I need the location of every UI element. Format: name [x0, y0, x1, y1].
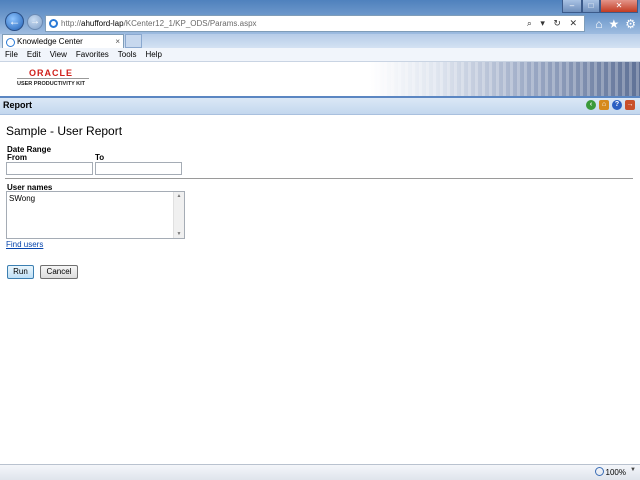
new-tab-button[interactable] [125, 34, 142, 48]
maximize-button[interactable]: □ [582, 0, 600, 13]
zoom-control[interactable]: 100% [594, 467, 626, 477]
tab-knowledge-center[interactable]: Knowledge Center × [2, 34, 124, 48]
zoom-dropdown-icon[interactable]: ▼ [630, 467, 636, 473]
oracle-logo: ORACLE [29, 68, 73, 78]
menu-file[interactable]: File [0, 48, 22, 61]
user-names-value: SWong [9, 194, 36, 203]
url-path: /KCenter12_1/KP_ODS/Params.aspx [123, 19, 257, 28]
ie-tab-icon [6, 38, 15, 47]
home-icon[interactable]: ⌂ [599, 100, 609, 110]
report-title: Report [3, 100, 32, 110]
back-button[interactable]: ← [5, 12, 24, 31]
scroll-down-icon[interactable]: ▼ [174, 231, 184, 237]
report-toolbar: ‹ ⌂ ? → [586, 100, 635, 110]
tools-gear-icon[interactable]: ⚙ [625, 17, 636, 31]
ie-page-icon [49, 19, 58, 28]
zoom-level: 100% [605, 468, 626, 477]
favorites-star-icon[interactable]: ★ [608, 17, 619, 31]
forward-button[interactable]: → [27, 14, 43, 30]
browser-titlebar: ← → http://ahufford-lap/KCenter12_1/KP_O… [0, 0, 640, 34]
status-bar: 100% ▼ [0, 464, 640, 480]
to-date-input[interactable] [95, 162, 182, 175]
menu-help[interactable]: Help [140, 48, 165, 61]
upk-subtitle: USER PRODUCTIVITY KIT [17, 81, 86, 87]
tab-close-icon[interactable]: × [115, 35, 120, 48]
back-icon[interactable]: ‹ [586, 100, 596, 110]
menu-edit[interactable]: Edit [22, 48, 45, 61]
user-names-textarea[interactable]: SWong ▲ ▼ [6, 191, 185, 239]
tab-strip: Knowledge Center × [0, 34, 640, 48]
close-window-button[interactable]: ✕ [600, 0, 638, 13]
page-title: Sample - User Report [6, 124, 123, 138]
to-label: To [95, 153, 105, 162]
minimize-button[interactable]: – [562, 0, 582, 13]
home-icon[interactable]: ⌂ [595, 17, 602, 31]
zoom-icon [594, 467, 604, 476]
report-header-bar: Report ‹ ⌂ ? → [0, 96, 640, 115]
run-button[interactable]: Run [7, 265, 34, 279]
menu-tools[interactable]: Tools [113, 48, 141, 61]
tab-title: Knowledge Center [17, 37, 83, 46]
section-divider [5, 178, 633, 179]
url-host: ahufford-lap [81, 19, 124, 28]
menu-favorites[interactable]: Favorites [71, 48, 113, 61]
url-prefix: http:// [61, 19, 82, 28]
browser-toolbar-icons: ⌂ ★ ⚙ [595, 17, 636, 31]
address-tools-icons[interactable]: ⌕ ▾ ↻ ✕ [527, 16, 580, 31]
exit-icon[interactable]: → [625, 100, 635, 110]
scroll-up-icon[interactable]: ▲ [174, 193, 184, 199]
menu-view[interactable]: View [45, 48, 71, 61]
window-controls: – □ ✕ [562, 0, 638, 13]
address-bar[interactable]: http://ahufford-lap/KCenter12_1/KP_ODS/P… [45, 15, 585, 32]
find-users-link[interactable]: Find users [6, 240, 43, 249]
menu-bar: File Edit View Favorites Tools Help [0, 48, 640, 62]
oracle-banner: ORACLE USER PRODUCTIVITY KIT [0, 62, 640, 96]
banner-gradient [370, 62, 640, 96]
user-names-scrollbar[interactable]: ▲ ▼ [173, 192, 184, 238]
from-label: From [7, 153, 27, 162]
help-icon[interactable]: ? [612, 100, 622, 110]
logo-divider [17, 78, 89, 79]
from-date-input[interactable] [6, 162, 93, 175]
cancel-button[interactable]: Cancel [40, 265, 78, 279]
